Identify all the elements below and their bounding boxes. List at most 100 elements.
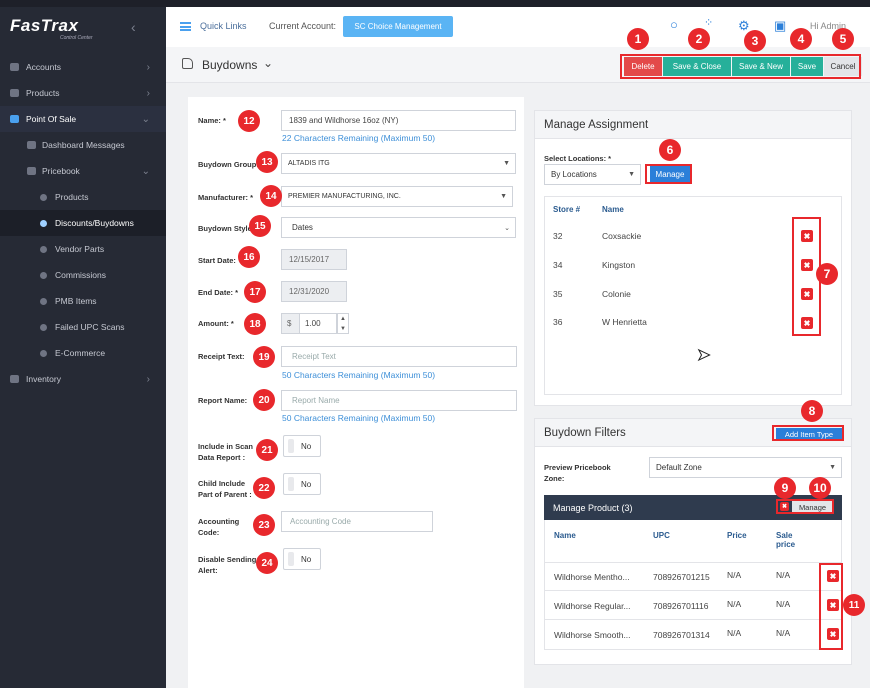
sidebar-item-dashboard-messages[interactable]: Dashboard Messages bbox=[0, 132, 166, 158]
chevron-down-icon: ⌄ bbox=[141, 113, 150, 125]
sidebar-item-products[interactable]: Products › bbox=[0, 80, 166, 106]
sidebar-item-label: Products bbox=[26, 88, 60, 98]
sidebar-item-label: Failed UPC Scans bbox=[55, 322, 125, 332]
toggle-text: No bbox=[301, 442, 312, 451]
sidebar-nav: Accounts › Products › Point Of Sale ⌄ Dashb… bbox=[0, 54, 166, 392]
preview-zone-label-line1: Preview Pricebook bbox=[544, 463, 611, 472]
quick-links-link[interactable]: Quick Links bbox=[200, 21, 247, 31]
logo-subtitle: Control Center bbox=[60, 35, 93, 41]
apps-icon[interactable]: ⁘ bbox=[704, 16, 713, 29]
amount-label: Amount: * bbox=[198, 319, 234, 328]
sidebar-item-label: Commissions bbox=[55, 270, 107, 280]
manufacturer-select[interactable]: PREMIER MANUFACTURING, INC. ▼ bbox=[281, 186, 513, 207]
list-icon bbox=[40, 297, 47, 305]
child-include-toggle[interactable]: No bbox=[283, 473, 321, 495]
collapse-sidebar-icon[interactable]: ‹ bbox=[131, 19, 136, 35]
preview-zone-value: Default Zone bbox=[656, 463, 702, 472]
annotation-badge: 13 bbox=[256, 151, 278, 173]
globe-icon bbox=[40, 349, 47, 357]
col-store: Store # bbox=[553, 205, 581, 214]
col-sale-price: Sale price bbox=[776, 531, 795, 549]
divider bbox=[545, 619, 841, 620]
sidebar-item-label: Products bbox=[55, 192, 89, 202]
accounting-code-input[interactable]: Accounting Code bbox=[281, 511, 433, 532]
name-label: Name: * bbox=[198, 116, 226, 125]
product-price: N/A bbox=[727, 628, 742, 638]
annotation-box-add-item-type bbox=[772, 425, 844, 441]
chevron-down-icon[interactable]: ⌄ bbox=[263, 56, 273, 70]
store-number: 34 bbox=[553, 260, 563, 270]
product-sale-price: N/A bbox=[776, 570, 791, 580]
end-date-input[interactable]: 12/31/2020 bbox=[281, 281, 347, 302]
sidebar-item-label: Accounts bbox=[26, 62, 61, 72]
toggle-text: No bbox=[301, 555, 312, 564]
amount-input[interactable]: 1.00 bbox=[299, 313, 337, 334]
select-locations-value: By Locations bbox=[551, 170, 597, 179]
sidebar-item-point-of-sale[interactable]: Point Of Sale ⌄ bbox=[0, 106, 166, 132]
sidebar-item-pmb-items[interactable]: PMB Items bbox=[0, 288, 166, 314]
annotation-box-toolbar bbox=[620, 54, 861, 79]
amount-stepper[interactable]: ▲ ▼ bbox=[337, 313, 349, 334]
chart-icon bbox=[10, 375, 19, 383]
buydown-group-value: ALTADIS ITG bbox=[288, 160, 330, 167]
product-upc: 708926701116 bbox=[653, 601, 709, 611]
amount-prefix: $ bbox=[281, 313, 300, 334]
sidebar-item-failed-upc-scans[interactable]: Failed UPC Scans bbox=[0, 314, 166, 340]
chevron-right-icon: › bbox=[146, 61, 150, 73]
current-account-label: Current Account: bbox=[269, 21, 337, 31]
name-input[interactable]: 1839 and Wildhorse 16oz (NY) bbox=[281, 110, 516, 131]
store-name: Coxsackie bbox=[602, 231, 642, 241]
include-scan-label: Include in Scan Data Report : bbox=[198, 441, 253, 463]
sidebar-item-discounts-buydowns[interactable]: Discounts/Buydowns bbox=[0, 210, 166, 236]
search-icon[interactable]: ○ bbox=[670, 17, 678, 32]
receipt-text-input[interactable]: Receipt Text bbox=[281, 346, 517, 367]
preview-zone-select[interactable]: Default Zone ▼ bbox=[649, 457, 842, 478]
sidebar-item-pricebook[interactable]: Pricebook ⌄ bbox=[0, 158, 166, 184]
sidebar-item-e-commerce[interactable]: E-Commerce bbox=[0, 340, 166, 366]
divider bbox=[545, 590, 841, 591]
caret-down-icon: ▼ bbox=[503, 160, 510, 167]
sidebar-item-label: Inventory bbox=[26, 374, 61, 384]
manage-product-title: Manage Product (3) bbox=[553, 503, 633, 513]
sidebar-item-pricebook-products[interactable]: Products bbox=[0, 184, 166, 210]
current-account-button[interactable]: SC Choice Management bbox=[343, 16, 453, 37]
chat-icon[interactable]: ▣ bbox=[774, 18, 786, 34]
chevron-right-icon: › bbox=[146, 87, 150, 99]
accounting-code-label: Accounting Code: bbox=[198, 516, 239, 538]
annotation-badge: 6 bbox=[659, 139, 681, 161]
select-locations-dropdown[interactable]: By Locations ▼ bbox=[544, 164, 641, 185]
window-top-strip bbox=[0, 0, 870, 7]
product-sale-price: N/A bbox=[776, 628, 791, 638]
annotation-badge: 5 bbox=[832, 28, 854, 50]
sidebar-item-vendor-parts[interactable]: Vendor Parts bbox=[0, 236, 166, 262]
buydown-group-select[interactable]: ALTADIS ITG ▼ bbox=[281, 153, 516, 174]
page-title: Buydowns bbox=[202, 58, 258, 72]
receipt-remaining-text: 50 Characters Remaining (Maximum 50) bbox=[282, 370, 436, 380]
buydown-style-select[interactable]: Dates ⌄ bbox=[281, 217, 516, 238]
name-remaining-text: 22 Characters Remaining (Maximum 50) bbox=[282, 133, 436, 143]
store-name: Colonie bbox=[602, 289, 631, 299]
child-include-label: Child Include Part of Parent : bbox=[198, 478, 252, 500]
annotation-badge: 15 bbox=[249, 215, 271, 237]
store-name: W Henrietta bbox=[602, 317, 647, 327]
start-date-input[interactable]: 12/15/2017 bbox=[281, 249, 347, 270]
chevron-right-icon: › bbox=[146, 373, 150, 385]
fastrax-logo[interactable]: FasTrax Control Center bbox=[10, 16, 93, 44]
annotation-badge: 7 bbox=[816, 263, 838, 285]
disable-alert-toggle[interactable]: No bbox=[283, 548, 321, 570]
buydown-filters-title: Buydown Filters bbox=[544, 427, 626, 439]
sidebar-item-commissions[interactable]: Commissions bbox=[0, 262, 166, 288]
sidebar-item-inventory[interactable]: Inventory › bbox=[0, 366, 166, 392]
disable-alert-label: Disable Sending Alert: bbox=[198, 554, 256, 576]
hamburger-icon[interactable] bbox=[180, 22, 191, 31]
product-price: N/A bbox=[727, 599, 742, 609]
col-name: Name bbox=[602, 205, 624, 214]
users-icon bbox=[10, 63, 19, 71]
report-name-input[interactable]: Report Name bbox=[281, 390, 517, 411]
include-scan-toggle[interactable]: No bbox=[283, 435, 321, 457]
sidebar-item-accounts[interactable]: Accounts › bbox=[0, 54, 166, 80]
annotation-badge: 21 bbox=[256, 439, 278, 461]
sidebar-item-label: Point Of Sale bbox=[26, 114, 77, 124]
annotation-badge: 8 bbox=[801, 400, 823, 422]
sidebar: FasTrax Control Center ‹ Accounts › Produ… bbox=[0, 7, 166, 688]
